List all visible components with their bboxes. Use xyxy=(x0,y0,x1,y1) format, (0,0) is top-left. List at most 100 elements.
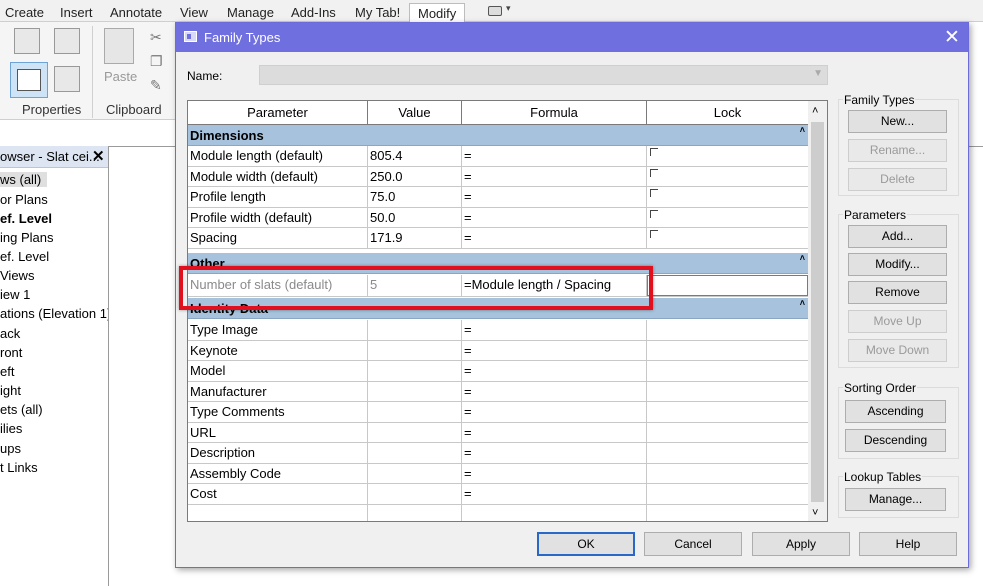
tab-annotate[interactable]: Annotate xyxy=(110,3,162,22)
tab-insert[interactable]: Insert xyxy=(60,3,93,22)
tree-item[interactable]: iew 1 xyxy=(0,287,30,302)
move-down-button[interactable]: Move Down xyxy=(848,339,947,362)
formula-cell[interactable]: = xyxy=(462,340,647,360)
lock-checkbox[interactable] xyxy=(650,168,658,177)
formula-cell[interactable]: = xyxy=(462,228,647,248)
new-type-button[interactable]: New... xyxy=(848,110,947,133)
close-icon[interactable]: ✕ xyxy=(92,147,105,165)
apply-button[interactable]: Apply xyxy=(752,532,850,556)
type-properties-icon[interactable] xyxy=(14,28,40,54)
paste-icon[interactable] xyxy=(104,28,134,64)
value-cell[interactable] xyxy=(368,402,462,422)
collapse-icon[interactable]: ˄ xyxy=(800,298,805,308)
tree-item[interactable]: t Links xyxy=(0,460,38,475)
cut-icon[interactable]: ✂ xyxy=(150,30,166,44)
help-button[interactable]: Help xyxy=(859,532,957,556)
formula-cell[interactable]: = xyxy=(462,320,647,340)
value-cell[interactable] xyxy=(368,361,462,381)
chevron-up-icon[interactable]: ˄ xyxy=(812,105,818,117)
table-row[interactable]: Number of slats (default) 5 =Module leng… xyxy=(188,275,808,297)
manage-lookup-button[interactable]: Manage... xyxy=(845,488,946,511)
table-row[interactable]: Profile width (default) 50.0 = xyxy=(188,207,808,228)
copy-icon[interactable]: ❐ xyxy=(150,54,166,68)
add-parameter-button[interactable]: Add... xyxy=(848,225,947,248)
family-category-icon[interactable] xyxy=(54,28,80,54)
formula-cell[interactable]: = xyxy=(462,207,647,227)
lock-checkbox[interactable] xyxy=(650,230,658,238)
dialog-titlebar[interactable]: Family Types ✕ xyxy=(176,23,968,52)
chevron-down-icon[interactable]: ˅ xyxy=(812,507,818,519)
tree-item[interactable]: ack xyxy=(0,326,20,341)
family-types-icon[interactable] xyxy=(10,62,48,98)
rename-type-button[interactable]: Rename... xyxy=(848,139,947,162)
formula-cell[interactable]: = xyxy=(462,381,647,401)
value-cell[interactable] xyxy=(368,443,462,463)
ok-button[interactable]: OK xyxy=(537,532,635,556)
formula-cell[interactable]: = xyxy=(462,146,647,166)
close-icon[interactable]: ✕ xyxy=(942,26,962,49)
value-cell[interactable] xyxy=(368,484,462,504)
column-header-value[interactable]: Value xyxy=(368,101,462,124)
tree-item[interactable]: ef. Level xyxy=(0,211,52,226)
value-cell[interactable] xyxy=(368,320,462,340)
delete-type-button[interactable]: Delete xyxy=(848,168,947,191)
column-header-lock[interactable]: Lock xyxy=(647,101,808,124)
move-up-button[interactable]: Move Up xyxy=(848,310,947,333)
tab-view[interactable]: View xyxy=(180,3,208,22)
value-cell[interactable] xyxy=(368,381,462,401)
formula-cell[interactable]: = xyxy=(462,402,647,422)
match-properties-icon[interactable]: ✎ xyxy=(150,78,166,92)
value-cell[interactable]: 805.4 xyxy=(368,146,462,166)
table-row[interactable]: Description = xyxy=(188,443,808,464)
tab-create[interactable]: Create xyxy=(5,3,44,22)
value-cell[interactable] xyxy=(368,422,462,442)
value-cell[interactable]: 250.0 xyxy=(368,166,462,186)
formula-cell[interactable]: = xyxy=(462,422,647,442)
tree-item[interactable]: ilies xyxy=(0,421,22,436)
table-row[interactable]: Cost = xyxy=(188,484,808,505)
tree-item[interactable]: Views xyxy=(0,268,34,283)
tab-my-tab[interactable]: My Tab! xyxy=(355,3,400,22)
collapse-icon[interactable]: ˄ xyxy=(800,125,805,135)
formula-cell[interactable]: =Module length / Spacing xyxy=(462,275,647,296)
formula-cell[interactable]: = xyxy=(462,443,647,463)
tree-item[interactable]: ing Plans xyxy=(0,230,53,245)
column-header-formula[interactable]: Formula xyxy=(462,101,647,124)
value-cell[interactable] xyxy=(368,340,462,360)
tree-item[interactable]: ations (Elevation 1) xyxy=(0,306,111,321)
column-header-parameter[interactable]: Parameter xyxy=(188,101,368,124)
group-identity-data[interactable]: Identity Data ˄ xyxy=(188,298,808,319)
remove-parameter-button[interactable]: Remove xyxy=(848,281,947,304)
tab-manage[interactable]: Manage xyxy=(227,3,274,22)
lock-checkbox[interactable] xyxy=(650,209,658,218)
table-row[interactable]: URL = xyxy=(188,422,808,443)
ascending-button[interactable]: Ascending xyxy=(845,400,946,423)
tree-item[interactable]: ups xyxy=(0,441,21,456)
formula-cell[interactable]: = xyxy=(462,361,647,381)
table-row[interactable]: Type Image = xyxy=(188,320,808,341)
tree-item[interactable]: ets (all) xyxy=(0,402,43,417)
descending-button[interactable]: Descending xyxy=(845,429,946,452)
group-dimensions[interactable]: Dimensions ˄ xyxy=(188,125,808,146)
table-row[interactable]: Manufacturer = xyxy=(188,381,808,402)
chevron-down-icon[interactable]: ▾ xyxy=(506,3,511,14)
formula-cell[interactable]: = xyxy=(462,484,647,504)
tree-item[interactable]: ws (all) xyxy=(0,172,48,187)
quick-access-icon[interactable] xyxy=(488,6,502,16)
tree-item[interactable]: or Plans xyxy=(0,192,48,207)
value-cell[interactable]: 171.9 xyxy=(368,228,462,248)
name-dropdown[interactable]: ▼ xyxy=(259,65,828,85)
table-row[interactable]: Model = xyxy=(188,361,808,382)
table-row[interactable]: Module length (default) 805.4 = xyxy=(188,146,808,167)
table-row[interactable]: Profile length 75.0 = xyxy=(188,187,808,208)
cancel-button[interactable]: Cancel xyxy=(644,532,742,556)
value-cell[interactable]: 75.0 xyxy=(368,187,462,207)
formula-cell[interactable]: = xyxy=(462,463,647,483)
table-row[interactable]: Assembly Code = xyxy=(188,463,808,484)
tab-modify[interactable]: Modify xyxy=(409,3,466,22)
tree-item[interactable]: eft xyxy=(0,364,14,379)
table-row[interactable]: Spacing 171.9 = xyxy=(188,228,808,249)
tab-add-ins[interactable]: Add-Ins xyxy=(291,3,336,22)
value-cell[interactable] xyxy=(368,463,462,483)
table-row[interactable]: Keynote = xyxy=(188,340,808,361)
